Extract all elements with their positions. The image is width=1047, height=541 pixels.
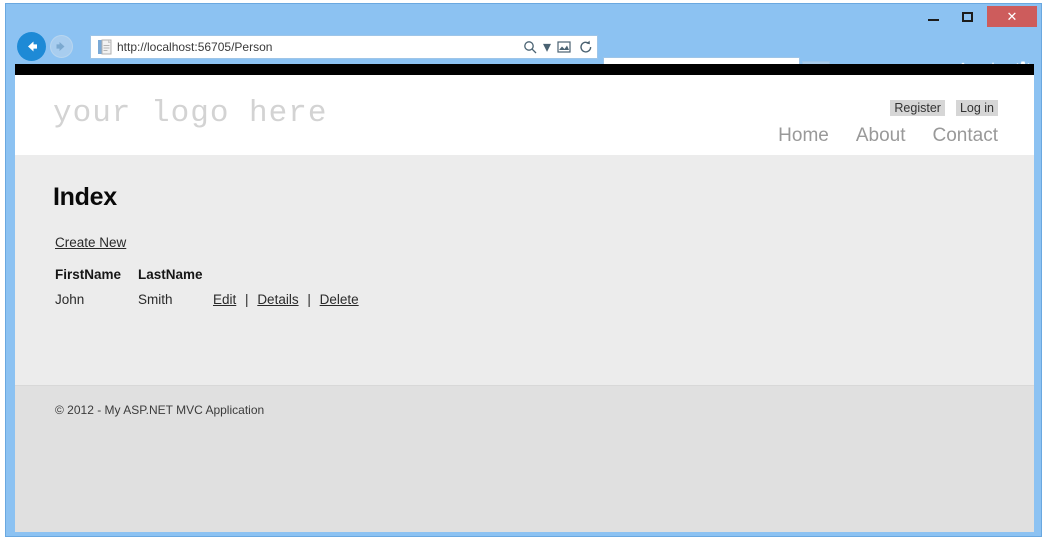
browser-window: ✕ http://localhost:56705/Person ▾ your l…	[5, 3, 1042, 537]
page-favicon-icon	[95, 39, 115, 55]
site-navigation: Home About Contact	[778, 125, 998, 147]
table-header-row: FirstName LastName	[55, 267, 359, 282]
search-dropdown-icon[interactable]: ▾	[541, 36, 553, 58]
nav-link-home[interactable]: Home	[778, 125, 829, 147]
top-black-band	[15, 64, 1034, 75]
close-window-button[interactable]: ✕	[987, 6, 1037, 27]
table-row: John Smith Edit | Details | Delete	[55, 282, 359, 307]
browser-toolbar: http://localhost:56705/Person ▾	[6, 29, 1041, 88]
column-header-actions	[213, 267, 359, 282]
site-logo[interactable]: your logo here	[53, 96, 327, 131]
column-header-lastname: LastName	[138, 267, 203, 282]
create-new-link[interactable]: Create New	[55, 235, 126, 250]
page-viewport: your logo here Register Log in Home Abou…	[15, 64, 1034, 532]
minimize-button[interactable]	[917, 6, 949, 27]
auth-links: Register Log in	[890, 100, 998, 116]
address-bar[interactable]: http://localhost:56705/Person ▾	[90, 35, 598, 59]
copyright-text: © 2012 - My ASP.NET MVC Application	[55, 403, 265, 417]
back-button[interactable]	[17, 32, 46, 61]
forward-button[interactable]	[50, 35, 73, 58]
maximize-button[interactable]	[951, 6, 983, 27]
site-footer: © 2012 - My ASP.NET MVC Application	[15, 385, 1034, 532]
cell-lastname: Smith	[138, 292, 173, 307]
delete-link[interactable]: Delete	[320, 292, 359, 307]
cell-firstname: John	[55, 292, 85, 307]
column-header-firstname: FirstName	[55, 267, 122, 282]
nav-link-about[interactable]: About	[856, 125, 906, 147]
table-body: John Smith Edit | Details | Delete	[55, 282, 359, 307]
register-link[interactable]: Register	[890, 100, 945, 116]
site-header: your logo here Register Log in Home Abou…	[15, 75, 1034, 155]
refresh-icon[interactable]	[575, 36, 597, 58]
edit-link[interactable]: Edit	[213, 292, 236, 307]
address-input[interactable]: http://localhost:56705/Person	[115, 40, 519, 54]
close-icon: ✕	[1006, 8, 1018, 24]
cell-actions: Edit | Details | Delete	[213, 282, 359, 307]
main-content: Index Create New FirstName LastName John…	[15, 155, 1034, 385]
search-icon[interactable]	[519, 36, 541, 58]
action-separator: |	[307, 292, 311, 307]
forward-arrow-icon	[56, 42, 65, 51]
action-separator: |	[245, 292, 249, 307]
minimize-icon	[927, 19, 939, 21]
maximize-icon	[961, 11, 973, 22]
details-link[interactable]: Details	[257, 292, 298, 307]
person-table: FirstName LastName John Smith Edit | Det…	[55, 267, 359, 307]
compatibility-view-icon[interactable]	[553, 36, 575, 58]
back-arrow-icon	[28, 41, 37, 52]
window-title-bar: ✕	[6, 4, 1041, 29]
page-title: Index	[53, 183, 117, 211]
login-link[interactable]: Log in	[955, 100, 998, 116]
table-head: FirstName LastName	[55, 267, 359, 282]
nav-link-contact[interactable]: Contact	[933, 125, 998, 147]
